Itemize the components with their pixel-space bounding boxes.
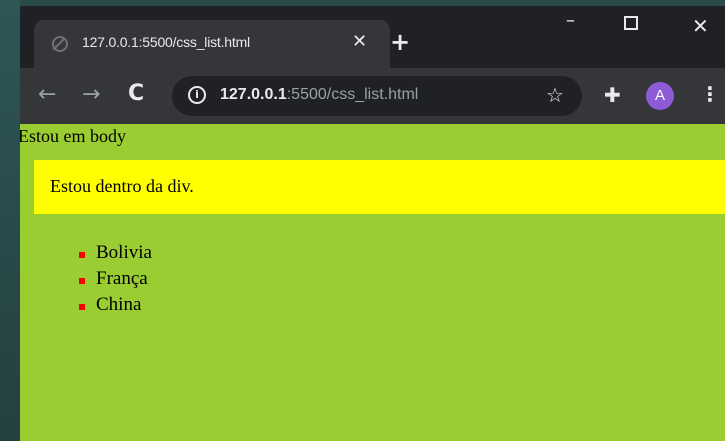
window-close-icon[interactable]: ✕ [692, 14, 709, 38]
maximize-icon[interactable] [624, 16, 638, 30]
tab-css-list[interactable]: 127.0.0.1:5500/css_list.html ✕ [34, 20, 390, 68]
forward-icon[interactable]: → [82, 82, 100, 107]
list-item: Bolivia [76, 240, 152, 266]
list-item: China [76, 292, 152, 318]
div-text: Estou dentro da div. [50, 176, 194, 196]
menu-icon[interactable]: ⋮ [700, 82, 720, 106]
url-path: :5500/css_list.html [286, 86, 419, 103]
browser-toolbar: ← → C i 127.0.0.1:5500/css_list.html ☆ ✚… [20, 68, 725, 124]
info-icon[interactable]: i [188, 86, 206, 104]
body-text: Estou em body [20, 126, 126, 146]
minimize-icon[interactable]: – [566, 10, 575, 31]
browser-window: 127.0.0.1:5500/css_list.html ✕ + – ✕ ← →… [20, 6, 725, 441]
bullet-icon [79, 278, 85, 284]
bullet-icon [79, 304, 85, 310]
url-host: 127.0.0.1 [220, 86, 287, 103]
list-item-label: China [96, 294, 142, 315]
bullet-icon [79, 252, 85, 258]
extensions-icon[interactable]: ✚ [604, 83, 621, 107]
tab-title: 127.0.0.1:5500/css_list.html [82, 34, 250, 50]
page-viewport: Estou em body Estou dentro da div. Boliv… [20, 124, 725, 441]
list-item: França [76, 266, 152, 292]
country-list: Bolivia França China [76, 240, 152, 318]
desktop-background [0, 0, 20, 441]
favicon-icon [52, 36, 68, 52]
yellow-div: Estou dentro da div. [34, 160, 725, 214]
star-icon[interactable]: ☆ [546, 83, 564, 107]
plus-icon[interactable]: + [390, 28, 410, 56]
tab-strip: 127.0.0.1:5500/css_list.html ✕ + – ✕ [20, 6, 725, 68]
back-icon[interactable]: ← [38, 82, 56, 107]
list-item-label: Bolivia [96, 242, 152, 263]
close-icon[interactable]: ✕ [352, 31, 367, 52]
avatar[interactable]: A [646, 82, 674, 110]
list-item-label: França [96, 268, 148, 289]
reload-icon[interactable]: C [128, 81, 144, 106]
address-bar[interactable]: i 127.0.0.1:5500/css_list.html ☆ [172, 76, 582, 116]
url-text[interactable]: 127.0.0.1:5500/css_list.html [220, 86, 418, 104]
